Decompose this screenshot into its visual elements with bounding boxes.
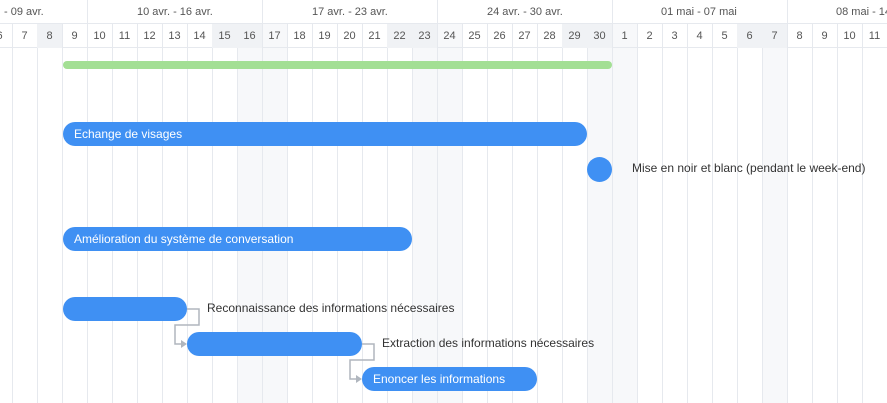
task-bar-reconnaissance[interactable] (63, 297, 187, 321)
task-bar-amelioration-conversation[interactable]: Amélioration du système de conversation (63, 227, 412, 251)
day-label: 7 (21, 30, 28, 42)
week-label: 01 mai - 07 mai (661, 6, 737, 18)
task-bar-enoncer[interactable]: Enoncer les informations (362, 367, 537, 391)
day-label: 2 (646, 30, 653, 42)
day-label: 9 (71, 30, 78, 42)
summary-bar[interactable] (63, 61, 612, 69)
day-gridline (62, 24, 63, 403)
week-label: 08 mai - 14 (836, 6, 887, 18)
task-bar-extraction[interactable] (187, 332, 362, 356)
day-label: 4 (696, 30, 703, 42)
day-label: 17 (268, 30, 281, 42)
day-gridline (837, 24, 838, 403)
day-gridline (87, 24, 88, 403)
day-gridline (762, 24, 763, 403)
week-divider (262, 0, 263, 24)
day-label: 13 (168, 30, 181, 42)
day-label: 14 (193, 30, 206, 42)
day-label: 28 (543, 30, 556, 42)
day-label: 1 (621, 30, 628, 42)
week-label: 10 avr. - 16 avr. (137, 6, 213, 18)
day-gridline (737, 24, 738, 403)
week-label: 24 avr. - 30 avr. (487, 6, 563, 18)
day-label: 3 (671, 30, 678, 42)
day-label: 15 (212, 24, 237, 48)
day-gridline (362, 24, 363, 403)
day-label: 10 (843, 30, 856, 42)
day-label: 7 (762, 24, 787, 48)
day-label: 18 (293, 30, 306, 42)
day-label: 6 (737, 24, 762, 48)
day-label: 20 (343, 30, 356, 42)
week-divider (787, 0, 788, 24)
day-gridline (612, 24, 613, 403)
day-label: 5 (721, 30, 728, 42)
day-label: 11 (868, 30, 881, 42)
day-label: 8 (796, 30, 803, 42)
day-gridline (862, 24, 863, 403)
day-label: 23 (412, 24, 437, 48)
day-gridline (137, 24, 138, 403)
day-label: 16 (237, 24, 262, 48)
task-label-extraction: Extraction des informations nécessaires (382, 336, 595, 350)
day-gridline (812, 24, 813, 403)
day-label: 8 (37, 24, 62, 48)
day-label: 30 (587, 24, 612, 48)
day-gridline (712, 24, 713, 403)
day-gridline (112, 24, 113, 403)
day-label: 9 (821, 30, 828, 42)
milestone-label: Mise en noir et blanc (pendant le week-e… (632, 161, 866, 175)
week-label: 17 avr. - 23 avr. (312, 6, 388, 18)
day-gridline (637, 24, 638, 403)
day-label: 19 (318, 30, 331, 42)
day-gridline (37, 24, 38, 403)
day-gridline (787, 24, 788, 403)
milestone-marker[interactable] (587, 157, 612, 182)
task-label-reconnaissance: Reconnaissance des informations nécessai… (207, 301, 455, 315)
week-divider (437, 0, 438, 24)
day-label: 11 (118, 30, 131, 42)
day-gridline (162, 24, 163, 403)
week-divider (87, 0, 88, 24)
day-label: 22 (387, 24, 412, 48)
gantt-chart: - 09 avr. 10 avr. - 16 avr. 17 avr. - 23… (0, 0, 887, 403)
day-label: 12 (143, 30, 156, 42)
day-gridline (662, 24, 663, 403)
day-label: 29 (562, 24, 587, 48)
week-label: - 09 avr. (4, 6, 44, 18)
task-bar-echange-de-visages[interactable]: Echange de visages (63, 122, 587, 146)
day-label: 26 (493, 30, 506, 42)
weekend-shade (762, 24, 787, 403)
day-gridline (687, 24, 688, 403)
day-label: 6 (0, 24, 12, 48)
day-label: 25 (468, 30, 481, 42)
day-label: 24 (443, 30, 456, 42)
day-gridline (12, 24, 13, 403)
day-label: 27 (518, 30, 531, 42)
week-divider (612, 0, 613, 24)
day-label: 10 (93, 30, 106, 42)
day-label: 21 (368, 30, 381, 42)
